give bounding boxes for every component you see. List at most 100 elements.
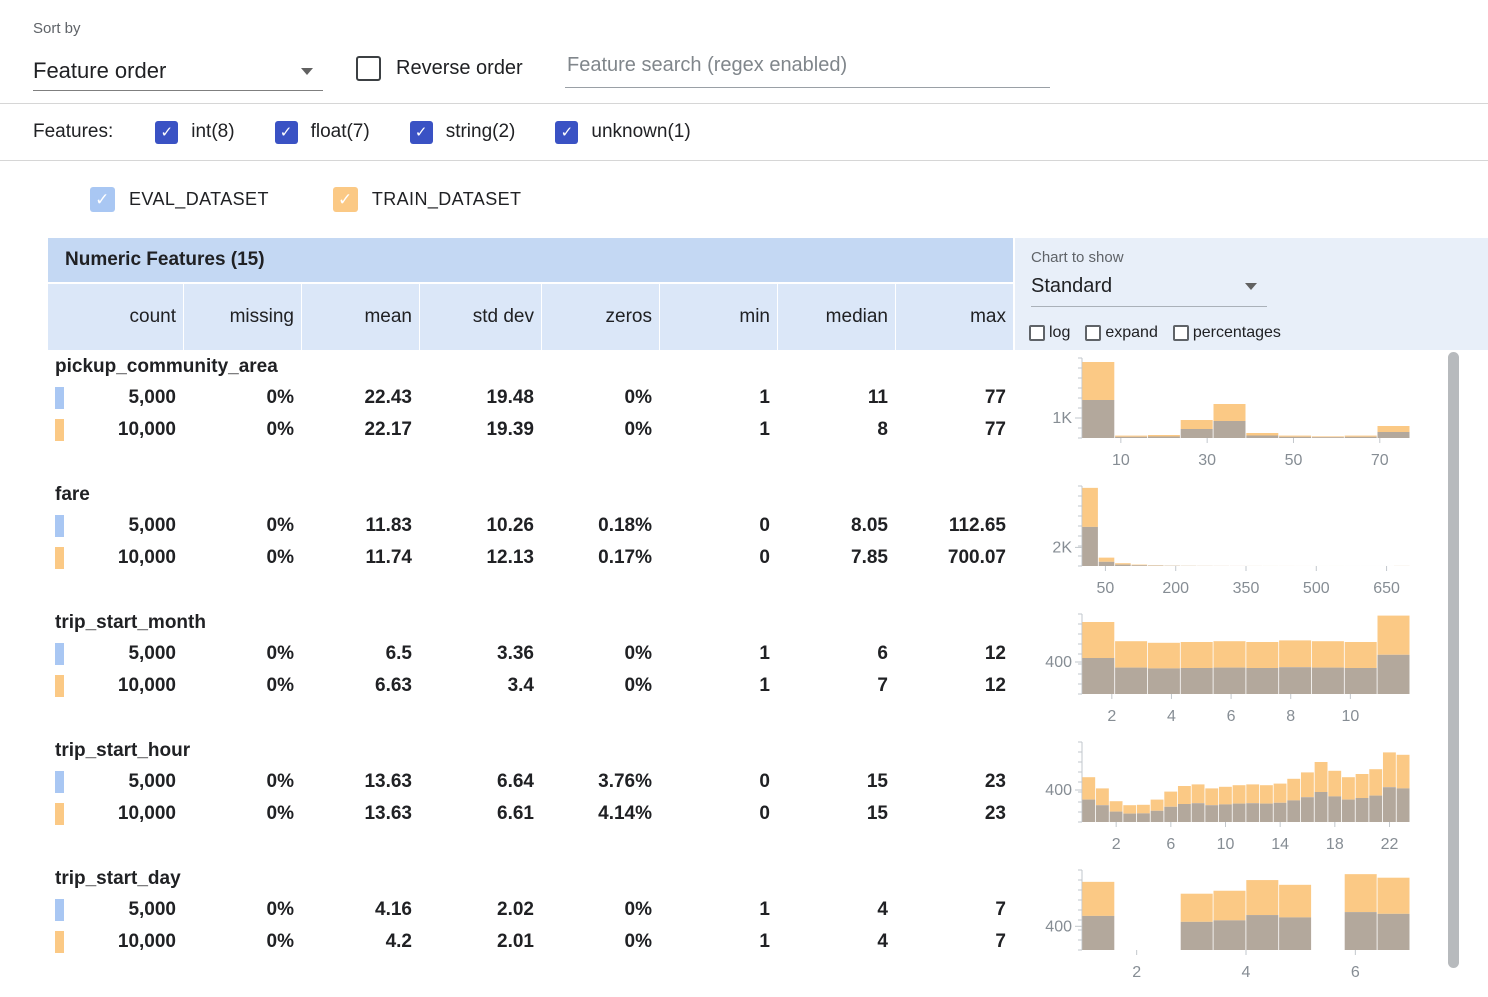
cell-mean: 22.17 bbox=[301, 414, 419, 446]
float-checkbox[interactable] bbox=[275, 121, 298, 144]
chevron-down-icon bbox=[301, 68, 313, 75]
table-title: Numeric Features (15) bbox=[48, 238, 1013, 282]
svg-text:10: 10 bbox=[1341, 708, 1359, 725]
cell-min: 0 bbox=[659, 510, 777, 542]
int-checkbox[interactable] bbox=[155, 121, 178, 144]
eval-color-swatch bbox=[55, 387, 64, 409]
unknown-label[interactable]: unknown(1) bbox=[591, 121, 690, 143]
unknown-checkbox[interactable] bbox=[555, 121, 578, 144]
filter-float: float(7) bbox=[275, 121, 370, 144]
filter-int: int(8) bbox=[155, 121, 234, 144]
dataset-legend: EVAL_DATASET TRAIN_DATASET bbox=[0, 161, 1488, 238]
train-color-swatch bbox=[55, 675, 64, 697]
scrollbar-thumb[interactable] bbox=[1448, 352, 1459, 968]
histogram-svg: 400246810 bbox=[1013, 608, 1449, 736]
table-row-eval: 5,000 0% 13.63 6.64 3.76% 0 15 23 bbox=[48, 766, 1013, 798]
histogram-svg: 1K10305070 bbox=[1013, 352, 1449, 480]
cell-min: 1 bbox=[659, 926, 777, 958]
cell-count: 10,000 bbox=[48, 798, 183, 830]
chart-to-show-label: Chart to show bbox=[1031, 249, 1124, 266]
reverse-order-checkbox[interactable] bbox=[356, 56, 381, 81]
table-row-train: 10,000 0% 13.63 6.61 4.14% 0 15 23 bbox=[48, 798, 1013, 830]
feature-histogram[interactable]: 400246810 bbox=[1013, 608, 1453, 736]
cell-count: 10,000 bbox=[48, 542, 183, 574]
cell-zeros: 0% bbox=[541, 382, 659, 414]
eval-dataset-label[interactable]: EVAL_DATASET bbox=[129, 189, 269, 210]
percentages-option: percentages bbox=[1173, 324, 1281, 342]
svg-text:70: 70 bbox=[1371, 452, 1389, 469]
cell-median: 15 bbox=[777, 766, 895, 798]
log-option: log bbox=[1029, 324, 1070, 342]
cell-zeros: 0% bbox=[541, 670, 659, 702]
filter-string: string(2) bbox=[410, 121, 516, 144]
cell-min: 1 bbox=[659, 382, 777, 414]
expand-label[interactable]: expand bbox=[1105, 324, 1158, 342]
cell-mean: 4.2 bbox=[301, 926, 419, 958]
feature-stats: trip_start_hour 5,000 0% 13.63 6.64 3.76… bbox=[48, 736, 1013, 864]
train-dataset-label[interactable]: TRAIN_DATASET bbox=[372, 189, 522, 210]
log-checkbox[interactable] bbox=[1029, 325, 1045, 341]
eval-color-swatch bbox=[55, 643, 64, 665]
table-header-left: Numeric Features (15) count missing mean… bbox=[48, 238, 1013, 350]
cell-median: 8.05 bbox=[777, 510, 895, 542]
svg-text:2: 2 bbox=[1112, 836, 1121, 853]
cell-stddev: 19.48 bbox=[419, 382, 541, 414]
feature-name: fare bbox=[48, 480, 1013, 510]
train-color-swatch bbox=[55, 803, 64, 825]
cell-median: 11 bbox=[777, 382, 895, 414]
eval-color-swatch bbox=[55, 515, 64, 537]
feature-name: trip_start_month bbox=[48, 608, 1013, 638]
svg-text:2: 2 bbox=[1132, 964, 1141, 981]
cell-missing: 0% bbox=[183, 798, 301, 830]
train-dataset-checkbox[interactable] bbox=[333, 187, 358, 212]
feature-block: fare 5,000 0% 11.83 10.26 0.18% 0 8.05 1… bbox=[48, 480, 1488, 608]
toolbar: Sort by Feature order Reverse order bbox=[0, 0, 1488, 104]
feature-histogram[interactable]: 4002610141822 bbox=[1013, 736, 1453, 864]
int-label[interactable]: int(8) bbox=[191, 121, 234, 143]
cell-count: 5,000 bbox=[48, 766, 183, 798]
string-checkbox[interactable] bbox=[410, 121, 433, 144]
sort-by-label: Sort by bbox=[33, 20, 81, 37]
cell-mean: 13.63 bbox=[301, 798, 419, 830]
percentages-checkbox[interactable] bbox=[1173, 325, 1189, 341]
chart-controls-panel: Chart to show Standard log expand percen… bbox=[1013, 238, 1488, 350]
cell-max: 23 bbox=[895, 798, 1013, 830]
svg-text:400: 400 bbox=[1045, 782, 1072, 799]
cell-min: 1 bbox=[659, 638, 777, 670]
cell-stddev: 10.26 bbox=[419, 510, 541, 542]
feature-histogram[interactable]: 1K10305070 bbox=[1013, 352, 1453, 480]
cell-median: 4 bbox=[777, 926, 895, 958]
chart-type-select[interactable]: Standard bbox=[1031, 275, 1267, 307]
cell-mean: 4.16 bbox=[301, 894, 419, 926]
search-field-wrap bbox=[565, 48, 1046, 88]
cell-min: 1 bbox=[659, 894, 777, 926]
cell-max: 77 bbox=[895, 382, 1013, 414]
svg-text:4: 4 bbox=[1242, 964, 1251, 981]
svg-text:6: 6 bbox=[1166, 836, 1175, 853]
sort-by-select[interactable]: Feature order bbox=[33, 52, 323, 91]
sort-by-value: Feature order bbox=[33, 58, 166, 84]
svg-text:4: 4 bbox=[1167, 708, 1176, 725]
log-label[interactable]: log bbox=[1049, 324, 1070, 342]
feature-search-input[interactable] bbox=[565, 48, 1050, 88]
feature-histogram[interactable]: 400246 bbox=[1013, 864, 1453, 992]
eval-dataset-checkbox[interactable] bbox=[90, 187, 115, 212]
feature-stats: trip_start_day 5,000 0% 4.16 2.02 0% 1 4… bbox=[48, 864, 1013, 992]
svg-text:650: 650 bbox=[1373, 580, 1400, 597]
cell-max: 77 bbox=[895, 414, 1013, 446]
float-label[interactable]: float(7) bbox=[311, 121, 370, 143]
legend-train: TRAIN_DATASET bbox=[333, 187, 522, 212]
cell-median: 15 bbox=[777, 798, 895, 830]
histogram-svg: 2K50200350500650 bbox=[1013, 480, 1449, 608]
reverse-order-label[interactable]: Reverse order bbox=[396, 57, 523, 80]
feature-histogram[interactable]: 2K50200350500650 bbox=[1013, 480, 1453, 608]
expand-checkbox[interactable] bbox=[1085, 325, 1101, 341]
percentages-label[interactable]: percentages bbox=[1193, 324, 1281, 342]
features-label: Features: bbox=[33, 121, 113, 143]
svg-text:6: 6 bbox=[1351, 964, 1360, 981]
string-label[interactable]: string(2) bbox=[446, 121, 516, 143]
svg-text:350: 350 bbox=[1233, 580, 1260, 597]
feature-name: trip_start_hour bbox=[48, 736, 1013, 766]
svg-text:8: 8 bbox=[1286, 708, 1295, 725]
expand-option: expand bbox=[1085, 324, 1158, 342]
